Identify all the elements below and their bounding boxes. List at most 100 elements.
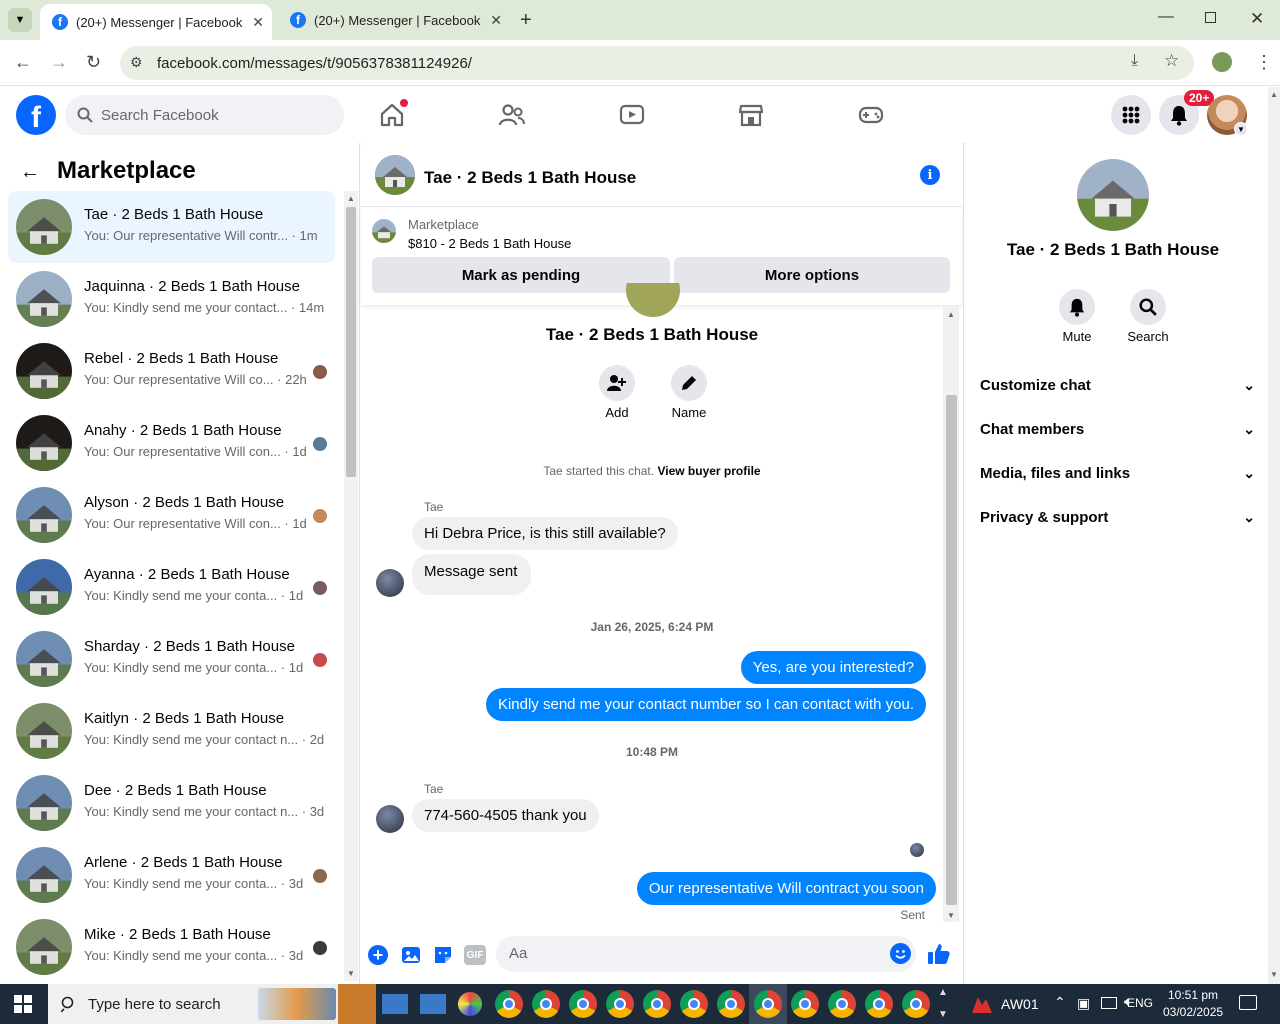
listing-thumbnail[interactable] — [372, 219, 396, 243]
tab-messenger-active[interactable]: f (20+) Messenger | Facebook ✕ — [40, 4, 272, 40]
info-avatar[interactable] — [1077, 159, 1149, 231]
account-chevron-icon[interactable]: ▼ — [1234, 122, 1248, 136]
section-media-files-links[interactable]: Media, files and links ⌄ — [980, 453, 1255, 493]
chrome-taskbar-icon[interactable] — [569, 990, 597, 1018]
chat-title[interactable]: Tae · 2 Beds 1 Bath House — [424, 168, 636, 188]
windows-start-icon[interactable] — [14, 995, 32, 1016]
sticker-icon[interactable] — [432, 944, 454, 969]
scroll-down-arrow-icon[interactable]: ▼ — [947, 911, 955, 920]
reload-icon[interactable]: ↻ — [86, 52, 101, 73]
chrome-taskbar-icon[interactable] — [606, 990, 634, 1018]
left-scrollbar-thumb[interactable] — [346, 207, 356, 477]
more-options-button[interactable]: More options — [674, 257, 950, 293]
add-attachment-icon[interactable]: + — [368, 945, 388, 965]
chrome-taskbar-icon[interactable] — [495, 990, 523, 1018]
sender-avatar[interactable] — [376, 805, 404, 833]
chrome-taskbar-icon[interactable] — [754, 990, 782, 1018]
new-tab-button[interactable]: + — [520, 9, 532, 32]
nav-gaming[interactable] — [851, 95, 891, 135]
sender-avatar[interactable] — [376, 569, 404, 597]
taskbar-app-desktop[interactable] — [382, 994, 408, 1014]
emoji-icon[interactable] — [890, 943, 911, 964]
browser-menu-icon[interactable]: ⋮ — [1255, 52, 1273, 72]
message-bubble-outgoing[interactable]: Our representative Will contract you soo… — [636, 872, 936, 905]
search-conversation-button[interactable] — [1130, 289, 1166, 325]
forward-arrow-icon[interactable]: → — [50, 52, 68, 73]
profile-icon[interactable] — [1212, 52, 1232, 72]
message-bubble-incoming[interactable]: 774-560-4505 thank you — [412, 799, 599, 832]
listing-detail[interactable]: $810 - 2 Beds 1 Bath House — [408, 236, 571, 251]
chrome-taskbar-icon[interactable] — [643, 990, 671, 1018]
restore-button[interactable] — [1205, 12, 1216, 23]
scroll-up-arrow-icon[interactable]: ▲ — [947, 310, 955, 319]
chrome-taskbar-icon[interactable] — [865, 990, 893, 1018]
clock-date[interactable]: 03/02/2025 — [1163, 1005, 1223, 1019]
view-buyer-profile-link[interactable]: View buyer profile — [657, 464, 760, 478]
conversation-item[interactable]: Arlene · 2 Beds 1 Bath House You: Kindly … — [8, 839, 335, 911]
gif-icon[interactable]: GIF — [464, 945, 486, 965]
back-arrow-icon[interactable]: ← — [14, 52, 32, 73]
webcam-tray-icon[interactable]: ▣ — [1077, 995, 1090, 1012]
like-thumb-icon[interactable] — [927, 943, 951, 968]
chrome-taskbar-icon[interactable] — [902, 990, 930, 1018]
conversation-item[interactable]: Jaquinna · 2 Beds 1 Bath House You: Kindl… — [8, 263, 335, 335]
language-indicator[interactable]: ENG — [1127, 996, 1153, 1010]
network-tray-icon[interactable] — [1101, 997, 1117, 1009]
site-settings-icon[interactable]: ⚙ — [130, 54, 143, 71]
photo-icon[interactable] — [400, 944, 422, 969]
chrome-taskbar-icon[interactable] — [717, 990, 745, 1018]
scroll-up-arrow-icon[interactable]: ▲ — [1270, 90, 1278, 99]
nav-friends[interactable] — [492, 95, 532, 135]
conversation-item[interactable]: Tae · 2 Beds 1 Bath House You: Our repres… — [8, 191, 335, 263]
taskbar-app-desktop-2[interactable] — [420, 994, 446, 1014]
conversation-item[interactable]: Kaitlyn · 2 Beds 1 Bath House You: Kindly… — [8, 695, 335, 767]
message-input[interactable]: Aa — [496, 936, 916, 972]
message-bubble-incoming[interactable]: Message sent — [412, 554, 532, 595]
conversation-item[interactable]: Dee · 2 Beds 1 Bath House You: Kindly sen… — [8, 767, 335, 839]
conversation-item[interactable]: Anahy · 2 Beds 1 Bath House You: Our repr… — [8, 407, 335, 479]
rename-button[interactable] — [671, 365, 707, 401]
minimize-button[interactable]: — — [1158, 8, 1174, 26]
conversation-item[interactable]: Sharday · 2 Beds 1 Bath House You: Kindly… — [8, 623, 335, 695]
taskbar-search-box[interactable]: Type here to search — [48, 984, 338, 1024]
install-app-icon[interactable]: ⤓ — [1131, 52, 1138, 70]
chrome-taskbar-icon[interactable] — [680, 990, 708, 1018]
tab-messenger[interactable]: f (20+) Messenger | Facebook ✕ — [278, 0, 510, 40]
chat-scrollbar-thumb[interactable] — [946, 395, 957, 905]
back-button[interactable]: ← — [20, 161, 40, 184]
close-tab-icon[interactable]: ✕ — [252, 14, 264, 31]
scroll-down-arrow-icon[interactable]: ▼ — [347, 969, 355, 978]
add-people-button[interactable] — [599, 365, 635, 401]
chrome-taskbar-icon[interactable] — [532, 990, 560, 1018]
taskbar-app-paint[interactable] — [458, 992, 482, 1016]
section-customize-chat[interactable]: Customize chat ⌄ — [980, 365, 1255, 405]
message-bubble-outgoing[interactable]: Kindly send me your contact number so I … — [485, 688, 926, 721]
section-chat-members[interactable]: Chat members ⌄ — [980, 409, 1255, 449]
chat-avatar[interactable] — [375, 155, 415, 195]
facebook-logo-icon[interactable]: f — [16, 95, 56, 135]
conversation-item[interactable]: Ayanna · 2 Beds 1 Bath House You: Kindly … — [8, 551, 335, 623]
conversation-item[interactable]: Mike · 2 Beds 1 Bath House You: Kindly se… — [8, 911, 335, 983]
mute-button[interactable] — [1059, 289, 1095, 325]
page-scrollbar[interactable] — [1268, 87, 1280, 984]
section-privacy-support[interactable]: Privacy & support ⌄ — [980, 497, 1255, 537]
taskbar-scroll-up-icon[interactable]: ▲ — [938, 987, 948, 998]
url-bar[interactable]: ⚙ facebook.com/messages/t/90563783811249… — [120, 46, 1194, 80]
nav-video[interactable] — [612, 95, 652, 135]
facebook-search-input[interactable]: Search Facebook — [65, 95, 344, 135]
close-window-button[interactable]: ✕ — [1250, 9, 1264, 29]
nav-home[interactable] — [372, 95, 412, 135]
scroll-down-arrow-icon[interactable]: ▼ — [1270, 970, 1278, 979]
menu-grid-button[interactable] — [1111, 95, 1151, 135]
aw-app-icon[interactable] — [970, 993, 994, 1015]
tab-search-dropdown[interactable]: ▼ — [8, 8, 32, 32]
taskbar-app-files[interactable] — [338, 984, 376, 1024]
chrome-taskbar-icon[interactable] — [791, 990, 819, 1018]
close-tab-icon[interactable]: ✕ — [490, 12, 502, 29]
conversation-item[interactable]: Rebel · 2 Beds 1 Bath House You: Our repr… — [8, 335, 335, 407]
scroll-up-arrow-icon[interactable]: ▲ — [347, 194, 355, 203]
nav-marketplace[interactable] — [731, 95, 771, 135]
info-icon[interactable]: i — [920, 165, 940, 185]
chrome-taskbar-icon[interactable] — [828, 990, 856, 1018]
bookmark-star-icon[interactable]: ☆ — [1164, 51, 1179, 71]
